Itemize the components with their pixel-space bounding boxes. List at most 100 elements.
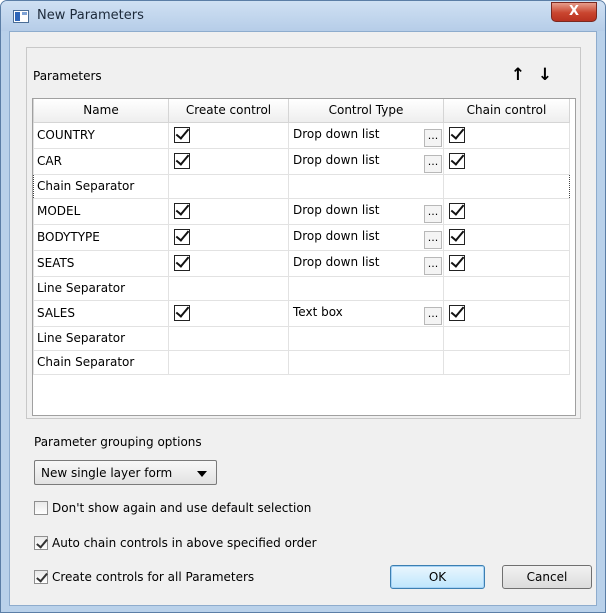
chain-control-cell[interactable]: [443, 275, 570, 301]
parameter-name-cell[interactable]: Chain Separator: [33, 173, 169, 199]
parameter-name-cell[interactable]: CAR: [33, 147, 169, 175]
parameter-name-cell[interactable]: Line Separator: [33, 275, 169, 301]
control-type-cell[interactable]: Drop down list...: [288, 223, 444, 251]
dialog-window: New Parameters X Parameters ↑ ↓ Name Cre…: [0, 0, 606, 613]
chain-control-cell[interactable]: [443, 299, 570, 327]
chain-control-cell[interactable]: [443, 173, 570, 199]
parameters-group: Parameters ↑ ↓ Name Create control Contr…: [26, 47, 581, 419]
create-control-cell[interactable]: [168, 325, 289, 351]
parameter-name-cell[interactable]: Line Separator: [33, 325, 169, 351]
control-type-ellipsis-button[interactable]: ...: [424, 154, 442, 173]
chain-control-cell[interactable]: [443, 349, 570, 375]
chain-control-checkbox[interactable]: [449, 305, 465, 321]
chain-control-cell[interactable]: [443, 197, 570, 225]
parameter-name-cell[interactable]: BODYTYPE: [33, 223, 169, 251]
chain-control-cell[interactable]: [443, 325, 570, 351]
window-title: New Parameters: [37, 8, 144, 23]
chain-control-cell[interactable]: [443, 147, 570, 175]
parameter-row[interactable]: SALES Text box...: [33, 299, 570, 327]
parameter-row[interactable]: COUNTRY Drop down list...: [33, 121, 570, 149]
checkbox[interactable]: [34, 570, 48, 584]
parameter-row[interactable]: BODYTYPE Drop down list...: [33, 223, 570, 251]
column-header-name[interactable]: Name: [33, 99, 169, 123]
parameter-row[interactable]: Line Separator: [33, 275, 570, 301]
control-type-ellipsis-button[interactable]: ...: [424, 256, 442, 275]
control-type-cell[interactable]: [288, 275, 444, 301]
create-control-checkbox[interactable]: [174, 153, 190, 169]
parameter-name-cell[interactable]: MODEL: [33, 197, 169, 225]
create-control-checkbox[interactable]: [174, 305, 190, 321]
control-type-cell[interactable]: Drop down list...: [288, 121, 444, 149]
control-type-cell[interactable]: Text box...: [288, 299, 444, 327]
parameters-grid[interactable]: Name Create control Control Type Chain c…: [32, 98, 576, 416]
create-control-checkbox[interactable]: [174, 229, 190, 245]
parameter-name-cell[interactable]: SALES: [33, 299, 169, 327]
create-control-cell[interactable]: [168, 121, 289, 149]
grouping-dropdown[interactable]: New single layer form: [34, 460, 217, 485]
control-type-ellipsis-button[interactable]: ...: [424, 128, 442, 147]
column-header-chain-control[interactable]: Chain control: [443, 99, 570, 123]
chevron-down-icon: [197, 471, 207, 477]
close-button[interactable]: X: [551, 2, 597, 22]
create-control-cell[interactable]: [168, 299, 289, 327]
create-control-cell[interactable]: [168, 249, 289, 277]
control-type-cell[interactable]: Drop down list...: [288, 197, 444, 225]
parameters-label: Parameters: [33, 69, 102, 83]
control-type-value: Drop down list: [293, 152, 380, 167]
ok-button[interactable]: OK: [390, 565, 485, 589]
control-type-cell[interactable]: Drop down list...: [288, 249, 444, 277]
create-control-checkbox[interactable]: [174, 127, 190, 143]
chain-control-checkbox[interactable]: [449, 127, 465, 143]
chain-control-checkbox[interactable]: [449, 255, 465, 271]
control-type-cell[interactable]: [288, 173, 444, 199]
app-icon: [13, 10, 29, 23]
dialog-client-area: Parameters ↑ ↓ Name Create control Contr…: [9, 31, 597, 606]
column-header-control-type[interactable]: Control Type: [288, 99, 444, 123]
control-type-value: Drop down list: [293, 254, 380, 269]
parameter-row[interactable]: CAR Drop down list...: [33, 147, 570, 175]
create-control-checkbox[interactable]: [174, 255, 190, 271]
title-bar[interactable]: New Parameters X: [1, 1, 605, 31]
create-control-cell[interactable]: [168, 349, 289, 375]
control-type-ellipsis-button[interactable]: ...: [424, 204, 442, 223]
parameter-name-cell[interactable]: Chain Separator: [33, 349, 169, 375]
control-type-value: Text box: [293, 304, 343, 319]
create-control-cell[interactable]: [168, 147, 289, 175]
chain-control-checkbox[interactable]: [449, 203, 465, 219]
parameter-row[interactable]: Line Separator: [33, 325, 570, 351]
chain-control-cell[interactable]: [443, 249, 570, 277]
column-header-create-control[interactable]: Create control: [168, 99, 289, 123]
create-control-cell[interactable]: [168, 275, 289, 301]
create-control-cell[interactable]: [168, 223, 289, 251]
control-type-value: Drop down list: [293, 126, 380, 141]
parameter-name-cell[interactable]: COUNTRY: [33, 121, 169, 149]
grouping-dropdown-value: New single layer form: [41, 466, 173, 480]
checkbox[interactable]: [34, 536, 48, 550]
option-label: Create controls for all Parameters: [52, 570, 255, 584]
create-control-cell[interactable]: [168, 173, 289, 199]
checkbox[interactable]: [34, 501, 48, 515]
control-type-cell[interactable]: Drop down list...: [288, 147, 444, 175]
chain-control-checkbox[interactable]: [449, 229, 465, 245]
cancel-button[interactable]: Cancel: [502, 565, 592, 589]
create-control-checkbox[interactable]: [174, 203, 190, 219]
chain-control-cell[interactable]: [443, 121, 570, 149]
control-type-ellipsis-button[interactable]: ...: [424, 306, 442, 325]
chain-control-checkbox[interactable]: [449, 153, 465, 169]
parameter-name-cell[interactable]: SEATS: [33, 249, 169, 277]
move-up-arrow-icon[interactable]: ↑: [510, 66, 526, 84]
parameter-row[interactable]: Chain Separator: [33, 349, 570, 375]
parameter-row[interactable]: Chain Separator: [33, 173, 570, 199]
chain-control-cell[interactable]: [443, 223, 570, 251]
control-type-ellipsis-button[interactable]: ...: [424, 230, 442, 249]
parameter-row[interactable]: MODEL Drop down list...: [33, 197, 570, 225]
parameter-row[interactable]: SEATS Drop down list...: [33, 249, 570, 277]
control-type-cell[interactable]: [288, 325, 444, 351]
control-type-value: Drop down list: [293, 228, 380, 243]
create-control-cell[interactable]: [168, 197, 289, 225]
control-type-value: Drop down list: [293, 202, 380, 217]
control-type-cell[interactable]: [288, 349, 444, 375]
option-label: Don't show again and use default selecti…: [52, 501, 312, 515]
grid-header-row: Name Create control Control Type Chain c…: [33, 99, 570, 123]
move-down-arrow-icon[interactable]: ↓: [537, 66, 553, 84]
